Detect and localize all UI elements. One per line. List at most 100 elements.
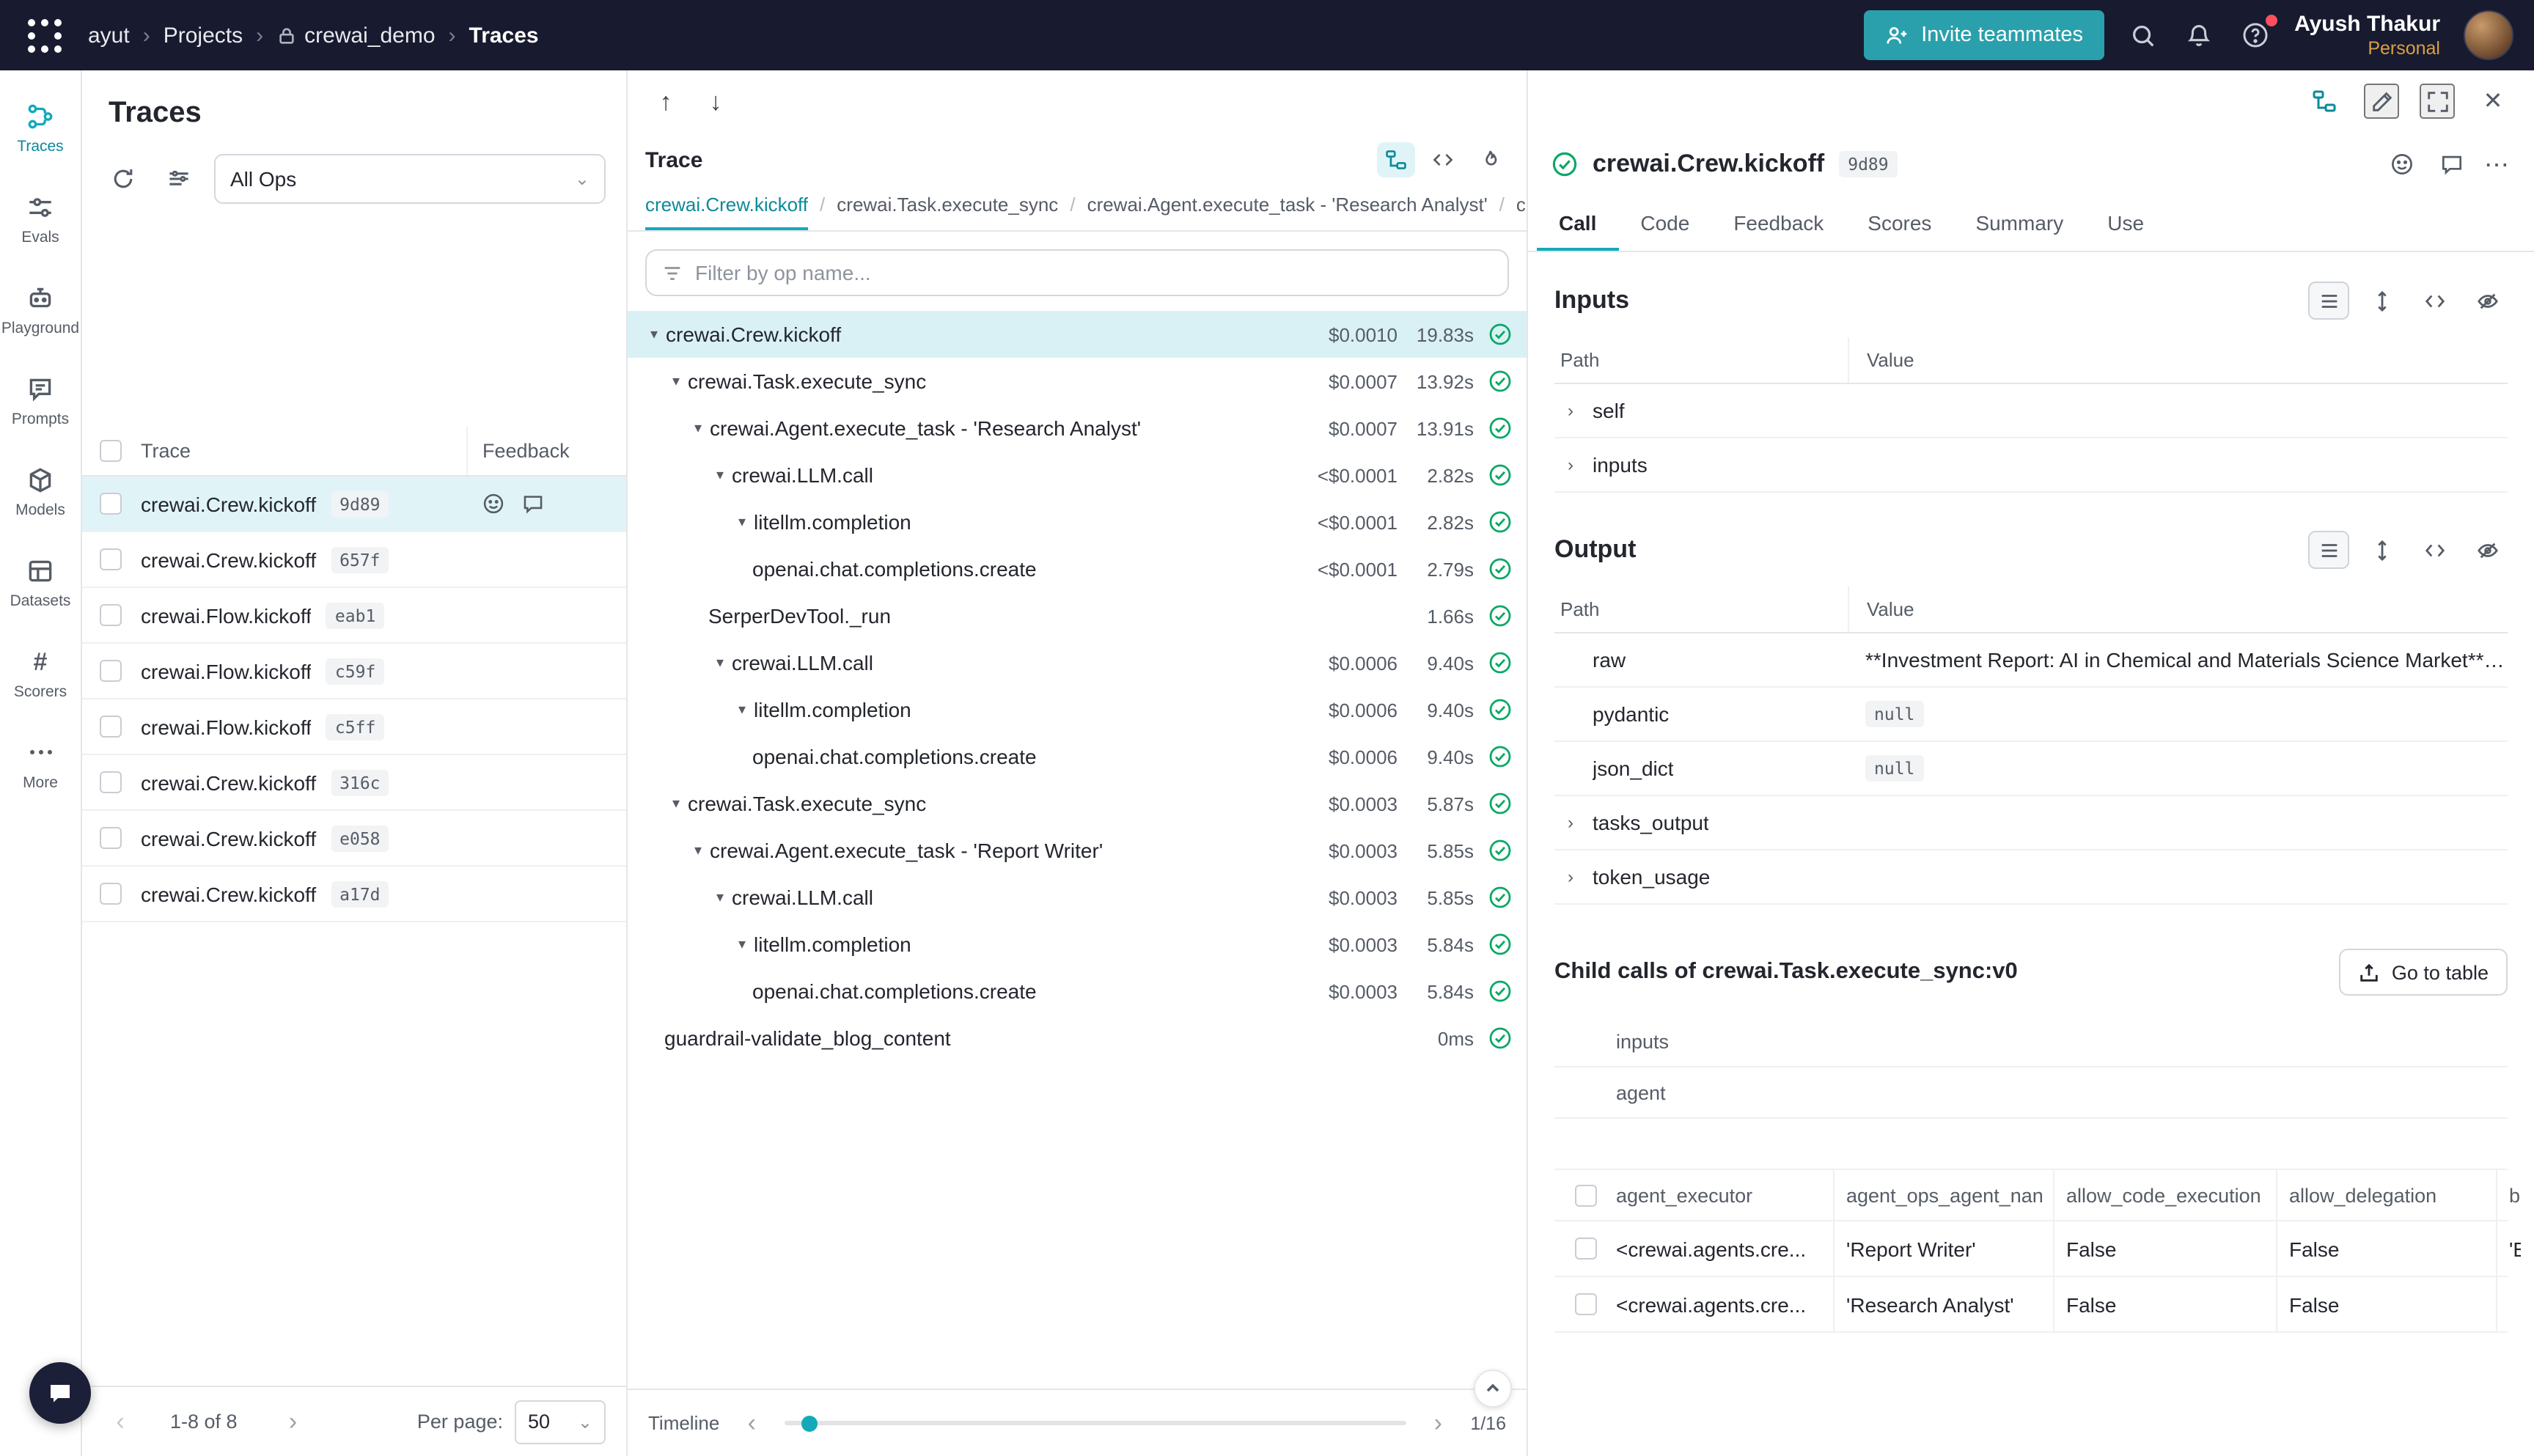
- column-header[interactable]: agent_ops_agent_nan: [1833, 1170, 2053, 1220]
- trace-tree-row[interactable]: ▾ litellm.completion <$0.0001 2.82s: [628, 499, 1527, 545]
- comment-feedback-icon[interactable]: [521, 491, 546, 516]
- fullscreen-icon[interactable]: [2420, 84, 2455, 119]
- table-row[interactable]: crewai.Crew.kickoff9d89: [82, 477, 626, 532]
- sidebar-item-scorers[interactable]: # Scorers: [2, 630, 78, 716]
- collapse-caret-icon[interactable]: ▾: [730, 702, 754, 718]
- list-view-icon[interactable]: [2308, 531, 2349, 569]
- open-trace-view-icon[interactable]: [2305, 84, 2343, 119]
- list-view-icon[interactable]: [2308, 282, 2349, 320]
- sidebar-item-playground[interactable]: Playground: [2, 267, 78, 352]
- kv-row[interactable]: ›token_usage: [1554, 850, 2508, 905]
- tab-feedback[interactable]: Feedback: [1711, 196, 1846, 251]
- row-checkbox[interactable]: [1575, 1293, 1597, 1315]
- collapse-caret-icon[interactable]: ▾: [686, 420, 710, 436]
- collapse-caret-icon[interactable]: ▾: [642, 326, 666, 342]
- trace-tree-row[interactable]: ▾ crewai.Crew.kickoff $0.0010 19.83s: [628, 311, 1527, 358]
- collapse-caret-icon[interactable]: ▾: [708, 655, 732, 671]
- sidebar-item-evals[interactable]: Evals: [2, 176, 78, 261]
- hide-values-eye-icon[interactable]: [2467, 282, 2508, 320]
- call-path-item[interactable]: crewai.Agent.execute_task - 'Research An…: [1087, 185, 1488, 227]
- row-checkbox[interactable]: [100, 660, 122, 682]
- column-header-trace[interactable]: Trace: [141, 440, 466, 462]
- trace-tree-row[interactable]: guardrail-validate_blog_content 0ms: [628, 1015, 1527, 1062]
- go-to-table-button[interactable]: Go to table: [2339, 949, 2508, 996]
- row-checkbox[interactable]: [1575, 1238, 1597, 1260]
- trace-tree-row[interactable]: openai.chat.completions.create $0.0003 5…: [628, 968, 1527, 1015]
- kv-row[interactable]: ›tasks_output: [1554, 796, 2508, 850]
- table-row[interactable]: <crewai.agents.cre... 'Research Analyst'…: [1554, 1277, 2508, 1333]
- call-path-item[interactable]: crewai.LLM.call: [1516, 185, 1527, 227]
- kv-row[interactable]: pydantic null: [1554, 688, 2508, 742]
- sidebar-item-prompts[interactable]: Prompts: [2, 358, 78, 443]
- collapse-caret-icon[interactable]: ▾: [730, 514, 754, 530]
- tab-summary[interactable]: Summary: [1953, 196, 2085, 251]
- table-row[interactable]: crewai.Crew.kickoffe058: [82, 811, 626, 867]
- prev-page-icon[interactable]: ‹: [103, 1404, 138, 1439]
- kv-row[interactable]: raw **Investment Report: AI in Chemical …: [1554, 633, 2508, 688]
- scroll-to-top-button[interactable]: [1474, 1369, 1512, 1408]
- code-view-icon[interactable]: [1424, 142, 1462, 177]
- add-emoji-icon[interactable]: [2384, 147, 2420, 182]
- flamegraph-view-icon[interactable]: [1471, 142, 1509, 177]
- wandb-logo[interactable]: [15, 10, 73, 60]
- code-format-icon[interactable]: [2414, 282, 2455, 320]
- overflow-menu-icon[interactable]: ⋯: [2484, 152, 2511, 177]
- search-icon[interactable]: [2127, 19, 2159, 51]
- row-checkbox[interactable]: [100, 827, 122, 849]
- column-header[interactable]: b: [2496, 1170, 2521, 1220]
- trace-tree-row[interactable]: ▾ crewai.LLM.call $0.0003 5.85s: [628, 874, 1527, 921]
- row-checkbox[interactable]: [100, 883, 122, 905]
- sidebar-item-traces[interactable]: Traces: [2, 85, 78, 170]
- refresh-button[interactable]: [103, 158, 144, 199]
- raw-output-value[interactable]: **Investment Report: AI in Chemical and …: [1848, 648, 2508, 672]
- support-chat-button[interactable]: [29, 1362, 91, 1424]
- row-checkbox[interactable]: [100, 604, 122, 626]
- collapse-caret-icon[interactable]: ▾: [708, 467, 732, 483]
- trace-tree-row[interactable]: ▾ crewai.LLM.call <$0.0001 2.82s: [628, 452, 1527, 499]
- invite-teammates-button[interactable]: Invite teammates: [1864, 10, 2104, 60]
- kv-row[interactable]: ›self: [1554, 384, 2508, 438]
- per-page-select[interactable]: 50 ⌄: [515, 1400, 606, 1444]
- user-menu[interactable]: Ayush Thakur Personal: [2294, 11, 2440, 59]
- column-header-feedback[interactable]: Feedback: [466, 427, 612, 475]
- collapse-caret-icon[interactable]: ▾: [686, 842, 710, 858]
- user-avatar[interactable]: [2464, 10, 2513, 60]
- row-checkbox[interactable]: [100, 716, 122, 738]
- breadcrumb-projects[interactable]: Projects: [164, 23, 243, 48]
- tab-code[interactable]: Code: [1618, 196, 1711, 251]
- timeline-slider-handle[interactable]: [801, 1415, 817, 1431]
- comment-icon[interactable]: [2434, 147, 2469, 182]
- op-filter-input[interactable]: [695, 261, 1493, 284]
- call-path-item[interactable]: crewai.Task.execute_sync: [837, 185, 1058, 227]
- hide-values-eye-icon[interactable]: [2467, 531, 2508, 569]
- tab-call[interactable]: Call: [1537, 196, 1618, 251]
- expand-caret-icon[interactable]: ›: [1560, 867, 1581, 887]
- expand-caret-icon[interactable]: ›: [1560, 812, 1581, 833]
- prev-call-button[interactable]: ↑: [645, 82, 686, 123]
- row-checkbox[interactable]: [100, 771, 122, 793]
- trace-tree-row[interactable]: ▾ crewai.LLM.call $0.0006 9.40s: [628, 639, 1527, 686]
- trace-tree-row[interactable]: openai.chat.completions.create <$0.0001 …: [628, 545, 1527, 592]
- timeline-prev-icon[interactable]: ‹: [734, 1405, 769, 1441]
- code-format-icon[interactable]: [2414, 531, 2455, 569]
- close-icon[interactable]: ✕: [2475, 84, 2511, 119]
- table-row[interactable]: crewai.Flow.kickoffc5ff: [82, 699, 626, 755]
- breadcrumb-project[interactable]: crewai_demo: [276, 23, 435, 48]
- sidebar-item-more[interactable]: More: [2, 721, 78, 806]
- help-icon[interactable]: [2239, 19, 2271, 51]
- trace-tree-row[interactable]: ▾ crewai.Task.execute_sync $0.0007 13.92…: [628, 358, 1527, 405]
- select-all-checkbox[interactable]: [100, 440, 122, 462]
- timeline-slider[interactable]: [784, 1421, 1406, 1425]
- table-row[interactable]: crewai.Crew.kickoffa17d: [82, 867, 626, 922]
- row-checkbox[interactable]: [100, 548, 122, 570]
- table-row[interactable]: crewai.Flow.kickoffc59f: [82, 644, 626, 699]
- tree-view-icon[interactable]: [1377, 142, 1415, 177]
- emoji-feedback-icon[interactable]: [481, 491, 506, 516]
- expand-caret-icon[interactable]: ›: [1560, 455, 1581, 475]
- trace-tree-row[interactable]: ▾ litellm.completion $0.0003 5.84s: [628, 921, 1527, 968]
- expand-rows-icon[interactable]: [2361, 531, 2402, 569]
- kv-row[interactable]: ›inputs: [1554, 438, 2508, 493]
- timeline-next-icon[interactable]: ›: [1420, 1405, 1455, 1441]
- next-call-button[interactable]: ↓: [695, 82, 736, 123]
- trace-tree-row[interactable]: ▾ crewai.Task.execute_sync $0.0003 5.87s: [628, 780, 1527, 827]
